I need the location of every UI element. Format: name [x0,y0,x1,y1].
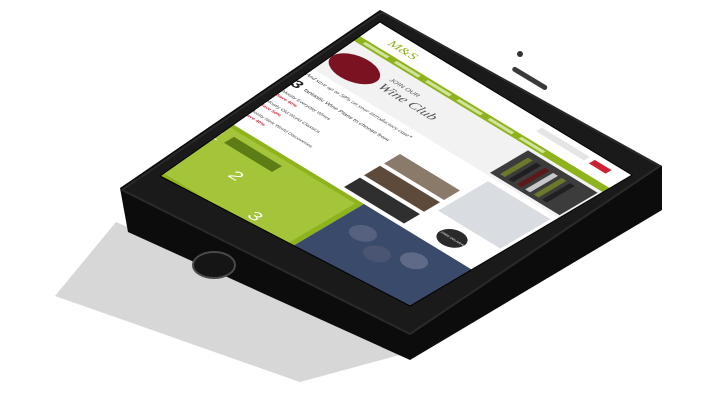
home-button-icon[interactable] [192,251,236,279]
phone-mockup-illustration: M&S JOIN OUR Wine Club And save up to 50… [55,10,662,382]
front-camera-icon [517,51,523,57]
